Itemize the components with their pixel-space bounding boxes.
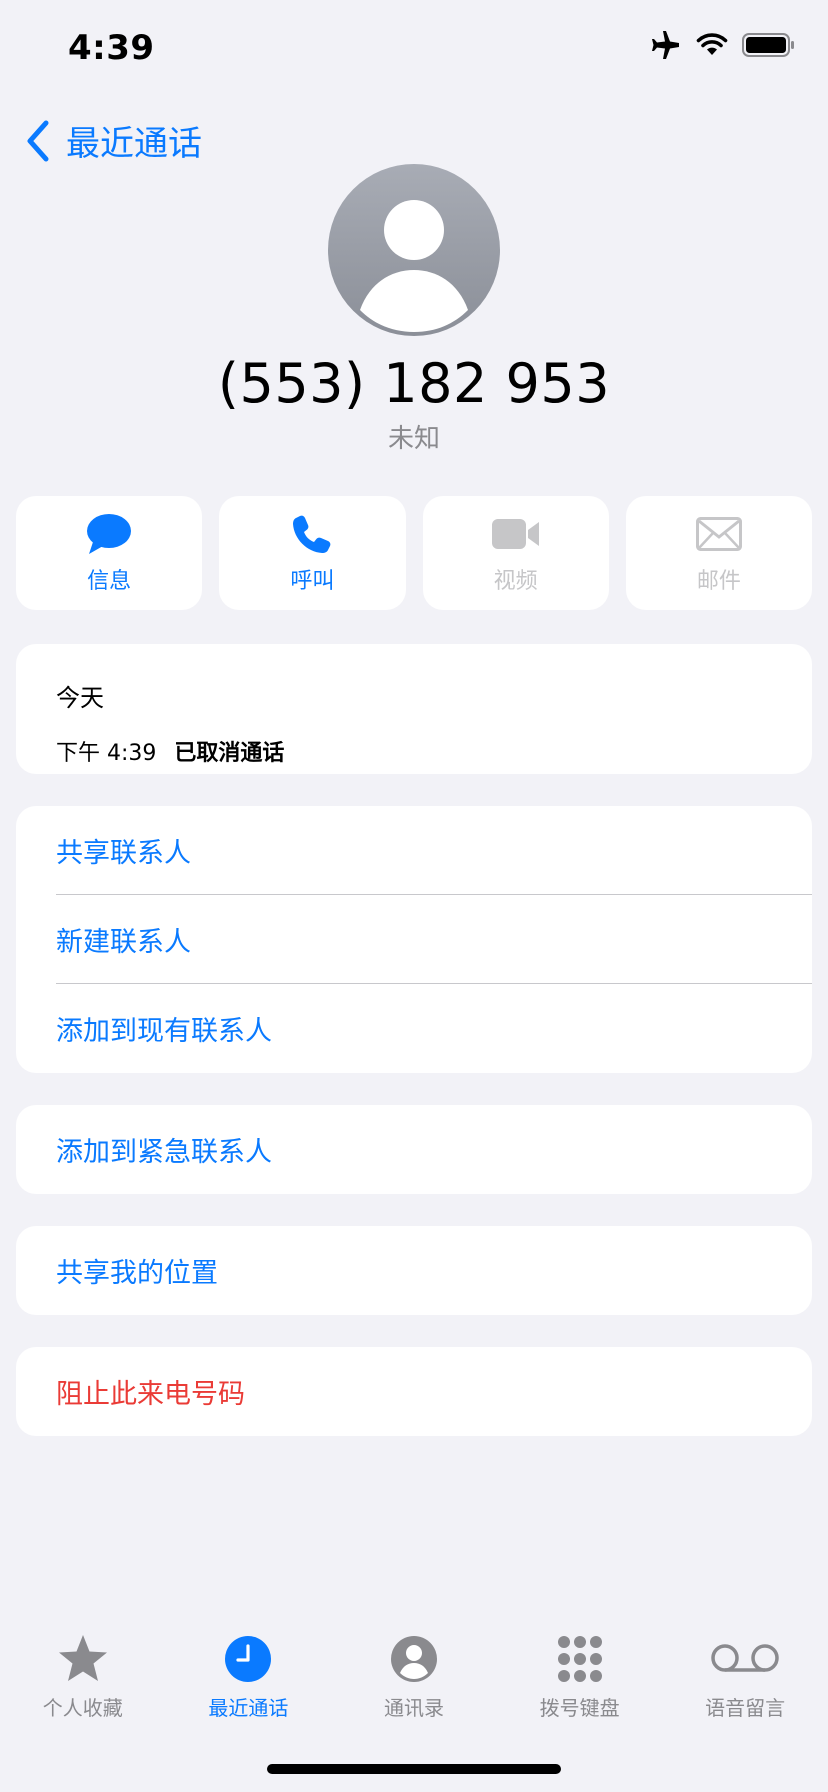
status-time: 4:39 xyxy=(68,28,155,68)
wifi-icon xyxy=(696,33,728,57)
contacts-icon xyxy=(390,1632,438,1686)
call-label: 呼叫 xyxy=(290,569,335,594)
status-icons xyxy=(650,30,796,60)
recent-status: 已取消通话 xyxy=(174,741,285,766)
tab-recents-label: 最近通话 xyxy=(208,1696,289,1720)
chevron-left-icon xyxy=(27,120,49,161)
video-label: 视频 xyxy=(493,569,538,594)
tab-voicemail[interactable]: 语音留言 xyxy=(662,1632,828,1732)
mail-label: 邮件 xyxy=(696,569,741,594)
tab-keypad-label: 拨号键盘 xyxy=(539,1696,620,1720)
message-label: 信息 xyxy=(87,569,132,594)
tab-voicemail-label: 语音留言 xyxy=(705,1696,786,1720)
recent-time: 下午 4:39 xyxy=(56,741,157,766)
star-icon xyxy=(56,1632,110,1686)
battery-icon xyxy=(742,32,796,58)
tab-keypad[interactable]: 拨号键盘 xyxy=(497,1632,663,1732)
home-indicator[interactable] xyxy=(267,1764,561,1774)
block-caller-button[interactable]: 阻止此来电号码 xyxy=(16,1347,812,1436)
caller-label: 未知 xyxy=(387,424,440,454)
tab-favorites[interactable]: 个人收藏 xyxy=(0,1632,166,1732)
contact-detail-screen: 4:39 最近通话 (553) 182 953 未知 信息 呼叫 视频 邮件 今… xyxy=(0,0,828,1792)
mail-button[interactable]: 邮件 xyxy=(625,496,812,610)
mail-icon xyxy=(695,511,742,557)
action-buttons: 信息 呼叫 视频 邮件 xyxy=(16,496,812,610)
share-contact-button[interactable]: 共享联系人 xyxy=(16,806,812,895)
back-label: 最近通话 xyxy=(66,124,202,164)
keypad-icon xyxy=(555,1632,605,1686)
tab-contacts-label: 通讯录 xyxy=(383,1696,444,1720)
contact-options-card: 共享联系人 新建联系人 添加到现有联系人 xyxy=(16,806,812,1073)
message-icon xyxy=(85,511,133,557)
avatar xyxy=(328,164,500,336)
clock-icon xyxy=(224,1632,272,1686)
add-existing-contact-button[interactable]: 添加到现有联系人 xyxy=(16,984,812,1073)
add-emergency-contact-button[interactable]: 添加到紧急联系人 xyxy=(16,1105,812,1194)
airplane-icon xyxy=(650,30,682,60)
video-icon xyxy=(491,511,541,557)
block-card: 阻止此来电号码 xyxy=(16,1347,812,1436)
message-button[interactable]: 信息 xyxy=(16,496,203,610)
tab-recents[interactable]: 最近通话 xyxy=(166,1632,332,1732)
recent-call-row: 下午 4:39 已取消通话 xyxy=(56,735,812,767)
recent-day: 今天 xyxy=(56,684,104,712)
voicemail-icon xyxy=(710,1632,780,1686)
emergency-card: 添加到紧急联系人 xyxy=(16,1105,812,1194)
phone-icon xyxy=(291,511,333,557)
status-bar: 4:39 xyxy=(0,0,828,100)
recent-call-card: 今天 下午 4:39 已取消通话 xyxy=(16,644,812,774)
phone-number: (553) 182 953 xyxy=(217,352,611,415)
new-contact-button[interactable]: 新建联系人 xyxy=(16,895,812,984)
tab-favorites-label: 个人收藏 xyxy=(42,1696,123,1720)
tab-contacts[interactable]: 通讯录 xyxy=(331,1632,497,1732)
share-location-button[interactable]: 共享我的位置 xyxy=(16,1226,812,1315)
video-button[interactable]: 视频 xyxy=(422,496,609,610)
person-silhouette-icon xyxy=(360,200,468,332)
tab-bar: 个人收藏 最近通话 通讯录 拨号键盘 语音留言 xyxy=(0,1632,828,1732)
call-button[interactable]: 呼叫 xyxy=(219,496,406,610)
location-card: 共享我的位置 xyxy=(16,1226,812,1315)
back-button[interactable]: 最近通话 xyxy=(24,116,202,165)
